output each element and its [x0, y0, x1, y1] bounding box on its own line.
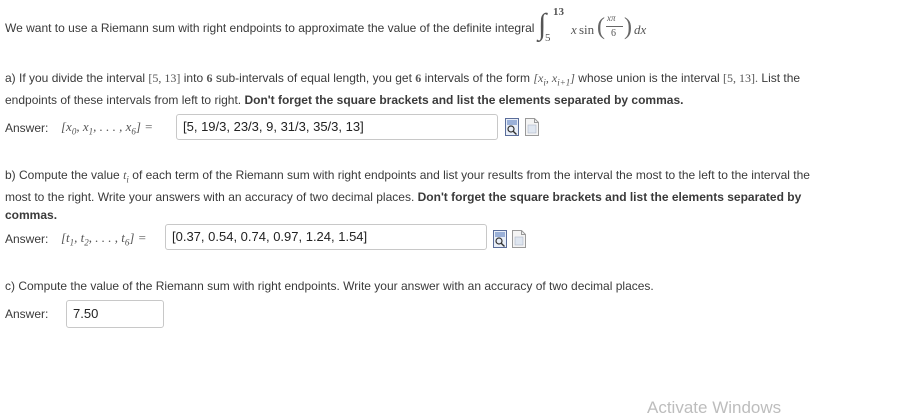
activate-windows-watermark: Activate Windows	[647, 398, 782, 417]
integrand-x: x	[571, 22, 577, 37]
part-a-n: 6	[206, 71, 213, 85]
integrand-dx: dx	[634, 22, 647, 37]
part-a-text: List the	[761, 71, 801, 85]
part-b-answer-label: Answer:	[5, 232, 49, 246]
fraction-denominator: 6	[611, 28, 616, 39]
part-a-text: sub-intervals of equal length, you get	[215, 71, 412, 85]
help-page-icon[interactable]	[525, 118, 539, 136]
integral-upper-limit: 13	[553, 6, 564, 18]
part-a-text: into	[183, 71, 204, 85]
part-b-text: of each term of the Riemann sum with rig…	[132, 168, 810, 182]
part-c-answer-label: Answer:	[5, 307, 49, 321]
part-b-question: b) Compute the value ti of each term of …	[5, 166, 810, 224]
part-a-text: endpoints of these intervals from left t…	[5, 93, 242, 108]
part-a-form: [xi, xi+1]	[533, 71, 575, 88]
integrand-paren-close: )	[624, 14, 632, 40]
part-a-text: whose union is the interval	[578, 71, 720, 85]
part-a-interval-2: [5, 13].	[723, 71, 759, 85]
integrand-paren-open: (	[597, 14, 605, 40]
fraction-bar	[606, 26, 623, 27]
part-b-ti: ti	[123, 168, 129, 185]
part-b-answer-input[interactable]: [0.37, 0.54, 0.74, 0.97, 1.24, 1.54]	[165, 224, 487, 250]
part-b-bold-instruction: Don't forget the square brackets and lis…	[417, 190, 802, 205]
part-b-text: most to the right. Write your answers wi…	[5, 190, 415, 205]
part-a-answer-input[interactable]: [5, 19/3, 23/3, 9, 31/3, 35/3, 13]	[176, 114, 498, 140]
definite-integral: ∫ 13 5 x sin ( xπ 6 ) dx	[538, 6, 658, 46]
integrand-sin: sin	[579, 22, 595, 37]
part-b-text: b) Compute the value	[5, 168, 120, 182]
help-page-icon[interactable]	[512, 230, 526, 248]
part-c-answer-input[interactable]: 7.50	[66, 300, 164, 328]
part-a-interval: [5, 13]	[148, 71, 181, 85]
part-a-bold-instruction: Don't forget the square brackets and lis…	[244, 93, 684, 108]
part-a-text: a) If you divide the interval	[5, 71, 146, 85]
part-b-bold-instruction: commas.	[5, 208, 58, 223]
part-a-question: a) If you divide the interval [5, 13] in…	[5, 69, 800, 109]
part-a-text: intervals of the form	[424, 71, 530, 85]
formula-preview-icon[interactable]	[505, 118, 519, 136]
part-a-answer-math: [x0, x1, . . . , x6] =	[61, 119, 153, 137]
formula-preview-icon[interactable]	[493, 230, 507, 248]
part-a-answer-label: Answer:	[5, 121, 49, 135]
part-c-question: c) Compute the value of the Riemann sum …	[5, 279, 654, 293]
fraction-numerator: xπ	[607, 13, 616, 23]
part-a-n: 6	[415, 71, 422, 85]
intro-text: We want to use a Riemann sum with right …	[5, 21, 535, 35]
part-b-answer-math: [t1, t2, . . . , t6] =	[61, 230, 147, 248]
integral-lower-limit: 5	[545, 32, 551, 44]
